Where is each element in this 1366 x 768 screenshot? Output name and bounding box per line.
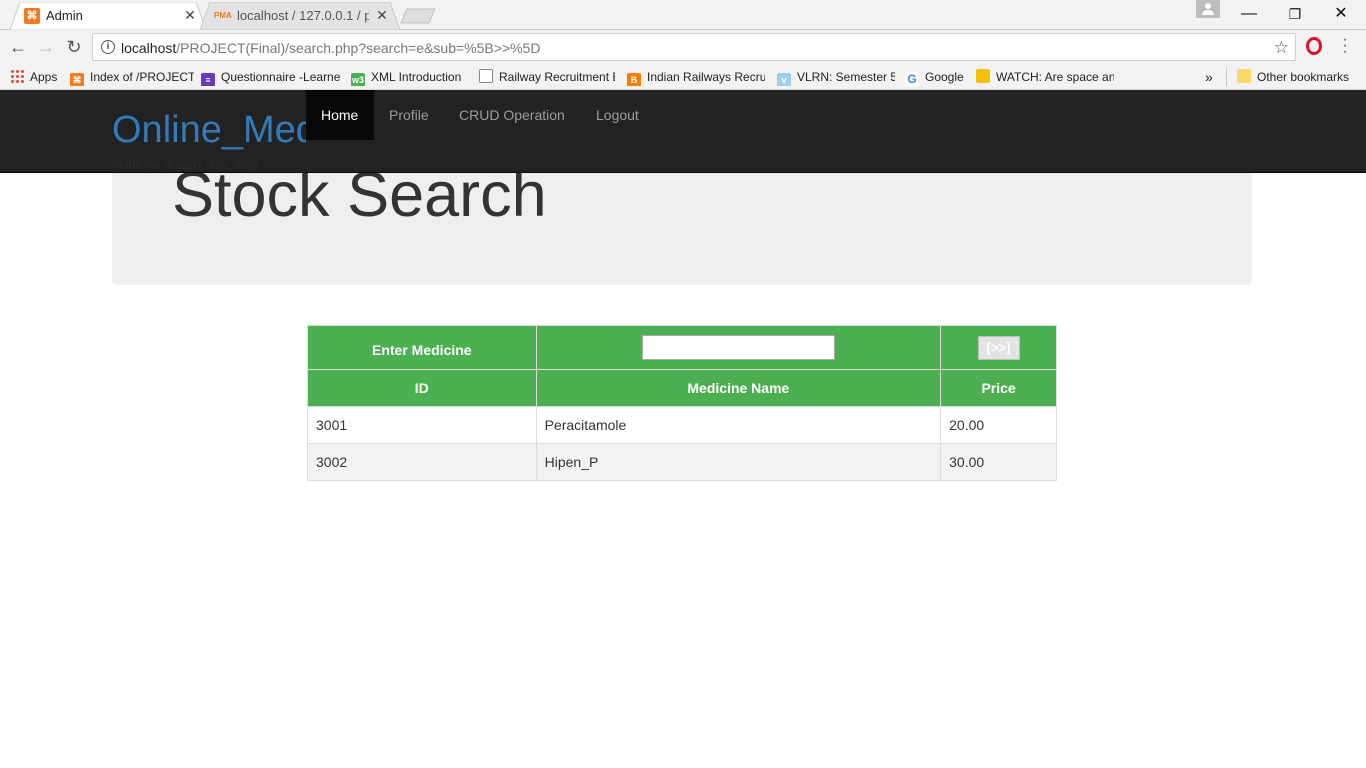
page-icon bbox=[479, 69, 493, 83]
browser-tab-strip: ⌘ Admin ✕ PMA localhost / 127.0.0.1 / pr… bbox=[0, 0, 1366, 30]
search-row: Enter Medicine [>>] bbox=[307, 325, 1057, 370]
bookmark-label: WATCH: Are space anc bbox=[996, 70, 1114, 84]
folder-icon bbox=[976, 69, 990, 83]
bookmark-label: Google bbox=[925, 70, 964, 84]
apps-grid-icon bbox=[10, 69, 24, 83]
bookmark-label: XML Introduction bbox=[371, 70, 462, 84]
xampp-icon: ⌘ bbox=[70, 73, 84, 86]
search-input[interactable] bbox=[641, 335, 835, 360]
cell-id: 3002 bbox=[307, 443, 537, 481]
search-label: Enter Medicine bbox=[307, 325, 537, 370]
search-label-text: Enter Medicine bbox=[372, 341, 472, 358]
bookmark-indian-railways[interactable]: B Indian Railways Recru bbox=[627, 68, 765, 86]
bookmark-label: Index of /PROJECT bbox=[90, 70, 194, 84]
bookmark-apps[interactable]: Apps bbox=[10, 68, 62, 86]
nav-profile[interactable]: Profile bbox=[374, 90, 444, 140]
browser-tab-phpmyadmin[interactable]: PMA localhost / 127.0.0.1 / pr ✕ bbox=[200, 2, 400, 30]
url-path: /PROJECT(Final)/search.php?search=e&sub=… bbox=[176, 40, 541, 56]
bookmark-star-icon[interactable]: ☆ bbox=[1274, 38, 1289, 58]
site-tagline: Medicine at you'r door Step bbox=[112, 158, 258, 172]
cell-medicine-name: Hipen_P bbox=[535, 443, 942, 481]
bookmark-label: Questionnaire -Learne bbox=[221, 70, 341, 84]
google-icon: G bbox=[905, 72, 919, 86]
site-info-icon[interactable]: i bbox=[101, 40, 115, 54]
browser-menu-icon[interactable]: · · · bbox=[1340, 32, 1350, 60]
w3-icon: w3 bbox=[351, 73, 365, 86]
browser-tab-admin[interactable]: ⌘ Admin ✕ bbox=[10, 2, 206, 30]
column-header-id: ID bbox=[307, 369, 537, 407]
folder-icon bbox=[1237, 69, 1251, 83]
address-bar[interactable]: i localhost/PROJECT(Final)/search.php?se… bbox=[92, 33, 1296, 61]
search-input-cell bbox=[535, 325, 942, 370]
bookmark-google[interactable]: G Google bbox=[905, 68, 967, 86]
forward-arrow-icon[interactable]: → bbox=[34, 35, 58, 59]
back-arrow-icon[interactable]: ← bbox=[6, 35, 30, 59]
nav-crud-operation[interactable]: CRUD Operation bbox=[444, 90, 580, 140]
profile-avatar-icon[interactable] bbox=[1196, 0, 1220, 18]
tab-title: Admin bbox=[46, 8, 83, 23]
close-tab-icon[interactable]: ✕ bbox=[374, 7, 390, 23]
url-host: localhost bbox=[121, 40, 177, 56]
bookmarks-overflow-chevron-icon[interactable]: » bbox=[1205, 68, 1217, 86]
table-header-row: ID Medicine Name Price bbox=[307, 369, 1057, 407]
search-button-cell: [>>] bbox=[940, 325, 1057, 370]
bookmark-label: Railway Recruitment E bbox=[499, 70, 615, 84]
avatar-head bbox=[1205, 3, 1211, 9]
opera-extension-icon[interactable] bbox=[1306, 37, 1322, 55]
site-navbar: Online_Med Medicine at you'r door Step H… bbox=[0, 90, 1366, 173]
stock-table: Enter Medicine [>>] ID Medicine Name Pri… bbox=[307, 325, 1057, 481]
window-close-icon[interactable]: ✕ bbox=[1318, 0, 1364, 28]
bookmark-label: Other bookmarks bbox=[1257, 70, 1350, 84]
vlrn-icon: v bbox=[777, 73, 791, 86]
minimize-icon[interactable]: — bbox=[1226, 0, 1272, 28]
blogger-icon: B bbox=[627, 73, 641, 86]
column-header-medicine-name: Medicine Name bbox=[535, 369, 942, 407]
cell-medicine-name: Peracitamole bbox=[535, 406, 942, 444]
browser-toolbar: ← → ↻ i localhost/PROJECT(Final)/search.… bbox=[0, 30, 1366, 64]
cell-price: 20.00 bbox=[940, 406, 1057, 444]
bookmark-label: VLRN: Semester 5 bbox=[797, 70, 895, 84]
new-tab-button[interactable] bbox=[400, 8, 436, 24]
reload-icon[interactable]: ↻ bbox=[62, 35, 86, 59]
bookmark-watch-space[interactable]: WATCH: Are space anc bbox=[976, 68, 1114, 86]
bookmark-xml-introduction[interactable]: w3 XML Introduction bbox=[351, 68, 471, 86]
bookmark-vlrn[interactable]: v VLRN: Semester 5 bbox=[777, 68, 895, 86]
close-tab-icon[interactable]: ✕ bbox=[182, 7, 198, 23]
restore-icon[interactable]: ❐ bbox=[1272, 0, 1318, 28]
table-row: 3001 Peracitamole 20.00 bbox=[307, 406, 1057, 444]
bookmark-railway-recruitment[interactable]: Railway Recruitment E bbox=[479, 68, 615, 86]
table-row: 3002 Hipen_P 30.00 bbox=[307, 443, 1057, 481]
address-url[interactable]: localhost/PROJECT(Final)/search.php?sear… bbox=[121, 40, 540, 56]
phpmyadmin-icon: PMA bbox=[214, 11, 232, 20]
nav-logout[interactable]: Logout bbox=[581, 90, 654, 140]
column-header-price: Price bbox=[940, 369, 1057, 407]
bookmark-questionnaire[interactable]: ≡ Questionnaire -Learne bbox=[201, 68, 341, 86]
search-submit-button[interactable]: [>>] bbox=[977, 335, 1020, 360]
bookmarks-separator bbox=[1226, 68, 1227, 86]
bookmark-label: Apps bbox=[30, 70, 58, 84]
cell-id: 3001 bbox=[307, 406, 537, 444]
xampp-icon: ⌘ bbox=[24, 8, 40, 24]
bookmark-other-bookmarks[interactable]: Other bookmarks bbox=[1237, 68, 1355, 86]
bookmark-index-project[interactable]: ⌘ Index of /PROJECT bbox=[70, 68, 194, 86]
nav-home[interactable]: Home bbox=[306, 90, 374, 140]
bookmarks-bar: Apps ⌘ Index of /PROJECT ≡ Questionnaire -… bbox=[0, 64, 1366, 90]
bookmark-label: Indian Railways Recru bbox=[647, 70, 765, 84]
site-brand[interactable]: Online_Med bbox=[112, 107, 306, 153]
cell-price: 30.00 bbox=[940, 443, 1057, 481]
form-icon: ≡ bbox=[201, 73, 215, 86]
avatar-body bbox=[1202, 10, 1214, 15]
tab-title: localhost / 127.0.0.1 / pr bbox=[237, 8, 369, 23]
